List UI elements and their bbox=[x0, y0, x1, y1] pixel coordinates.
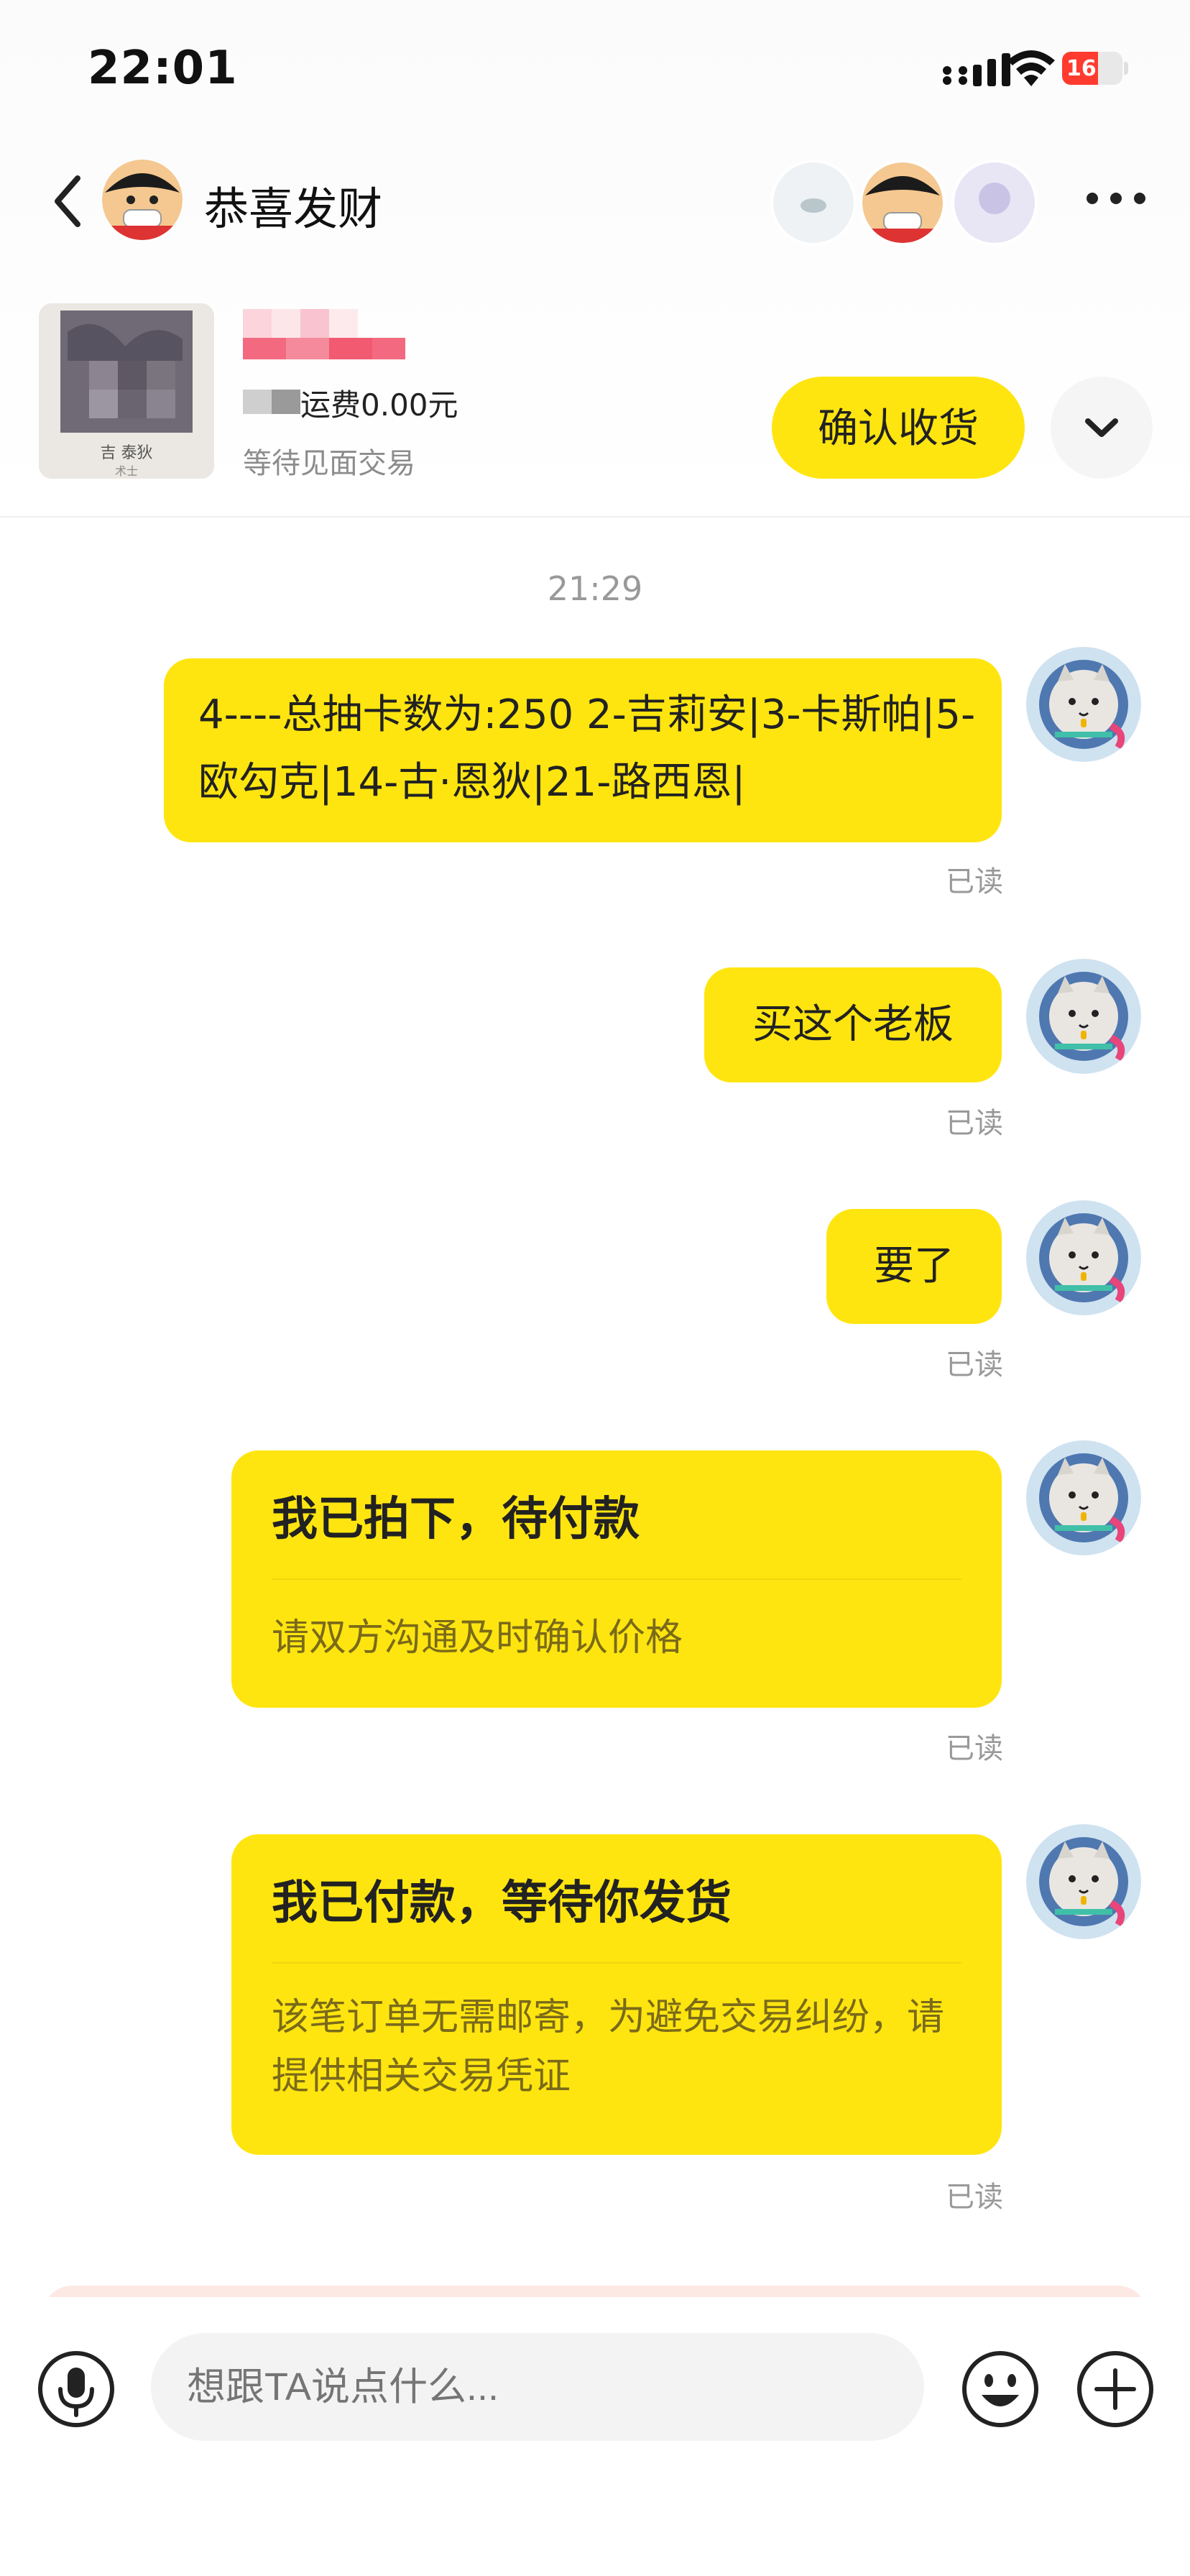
battery-level: 16 bbox=[1066, 56, 1097, 81]
chat-title: 恭喜发财 bbox=[204, 183, 383, 235]
blurred-prefix bbox=[243, 390, 300, 414]
group-avatar-1[interactable] bbox=[770, 160, 857, 246]
card-body: 请双方沟通及时确认价格 bbox=[272, 1616, 683, 1660]
blurred-title bbox=[243, 309, 405, 359]
chat-timestamp: 21:29 bbox=[547, 569, 643, 608]
self-avatar[interactable] bbox=[1026, 959, 1141, 1074]
chevron-down-icon bbox=[1085, 418, 1118, 437]
product-thumbnail[interactable]: 吉 泰狄 术士 bbox=[39, 303, 214, 479]
trade-status: 等待见面交易 bbox=[243, 447, 415, 480]
expand-button[interactable] bbox=[1051, 377, 1153, 479]
card-body: 该笔订单无需邮寄，为避免交易纠纷，请提供相关交易凭证 bbox=[272, 1996, 945, 2098]
self-avatar[interactable] bbox=[1026, 1200, 1141, 1315]
order-status-card[interactable]: 我已拍下，待付款 请双方沟通及时确认价格 bbox=[231, 1450, 1002, 1708]
order-status-card[interactable]: 我已付款，等待你发货 该笔订单无需邮寄，为避免交易纠纷，请提供相关交易凭证 bbox=[231, 1834, 1002, 2155]
read-receipt: 已读 bbox=[946, 1732, 1003, 1765]
self-avatar[interactable] bbox=[1026, 1824, 1141, 1939]
self-avatar[interactable] bbox=[1026, 1440, 1141, 1555]
self-avatar[interactable] bbox=[1026, 647, 1141, 762]
wifi-icon bbox=[1007, 50, 1055, 86]
read-receipt: 已读 bbox=[946, 2181, 1003, 2214]
plus-icon[interactable] bbox=[1075, 2349, 1156, 2429]
card-divider bbox=[272, 1578, 961, 1580]
read-receipt: 已读 bbox=[946, 1348, 1003, 1381]
confirm-receipt-button[interactable]: 确认收货 bbox=[772, 377, 1025, 479]
microphone-icon[interactable] bbox=[36, 2349, 116, 2429]
message-text: 要了 bbox=[874, 1243, 954, 1289]
group-avatar-2[interactable] bbox=[859, 160, 946, 246]
message-text: 买这个老板 bbox=[752, 1001, 954, 1048]
message-input[interactable] bbox=[151, 2333, 924, 2441]
emoji-icon[interactable] bbox=[960, 2349, 1041, 2429]
more-icon[interactable] bbox=[1084, 184, 1148, 213]
read-receipt: 已读 bbox=[946, 1107, 1003, 1140]
read-receipt: 已读 bbox=[946, 865, 1003, 898]
chat-screen: 22:01 16 恭喜发财 吉 泰狄 术士 运费0.00元 等待见面交易 确认收… bbox=[0, 0, 1190, 2576]
card-divider bbox=[272, 1962, 961, 1964]
message-bubble[interactable]: 买这个老板 bbox=[704, 967, 1002, 1082]
battery-body: 16 bbox=[1062, 52, 1122, 85]
message-bubble[interactable]: 4----总抽卡数为:250 2-吉莉安|3-卡斯帕|5-欧勾克|14-古·恩狄… bbox=[164, 658, 1002, 842]
message-bubble[interactable]: 要了 bbox=[826, 1209, 1002, 1324]
status-time: 22:01 bbox=[88, 42, 238, 95]
thumb-sublabel: 术士 bbox=[114, 464, 138, 478]
battery-icon: 16 bbox=[1062, 52, 1130, 86]
signal-icon bbox=[943, 53, 1010, 86]
thumb-label: 吉 泰狄 bbox=[100, 444, 153, 462]
shipping-fee: 运费0.00元 bbox=[300, 387, 458, 423]
header-divider bbox=[0, 516, 1190, 518]
card-title: 我已付款，等待你发货 bbox=[272, 1877, 732, 1930]
message-text: 4----总抽卡数为:250 2-吉莉安|3-卡斯帕|5-欧勾克|14-古·恩狄… bbox=[198, 691, 976, 806]
back-icon[interactable] bbox=[46, 172, 89, 230]
status-bar: 22:01 16 bbox=[0, 0, 1190, 144]
battery-tip bbox=[1124, 62, 1128, 75]
card-title: 我已拍下，待付款 bbox=[272, 1493, 640, 1546]
contact-avatar[interactable] bbox=[102, 160, 183, 240]
group-avatar-3[interactable] bbox=[951, 160, 1038, 246]
